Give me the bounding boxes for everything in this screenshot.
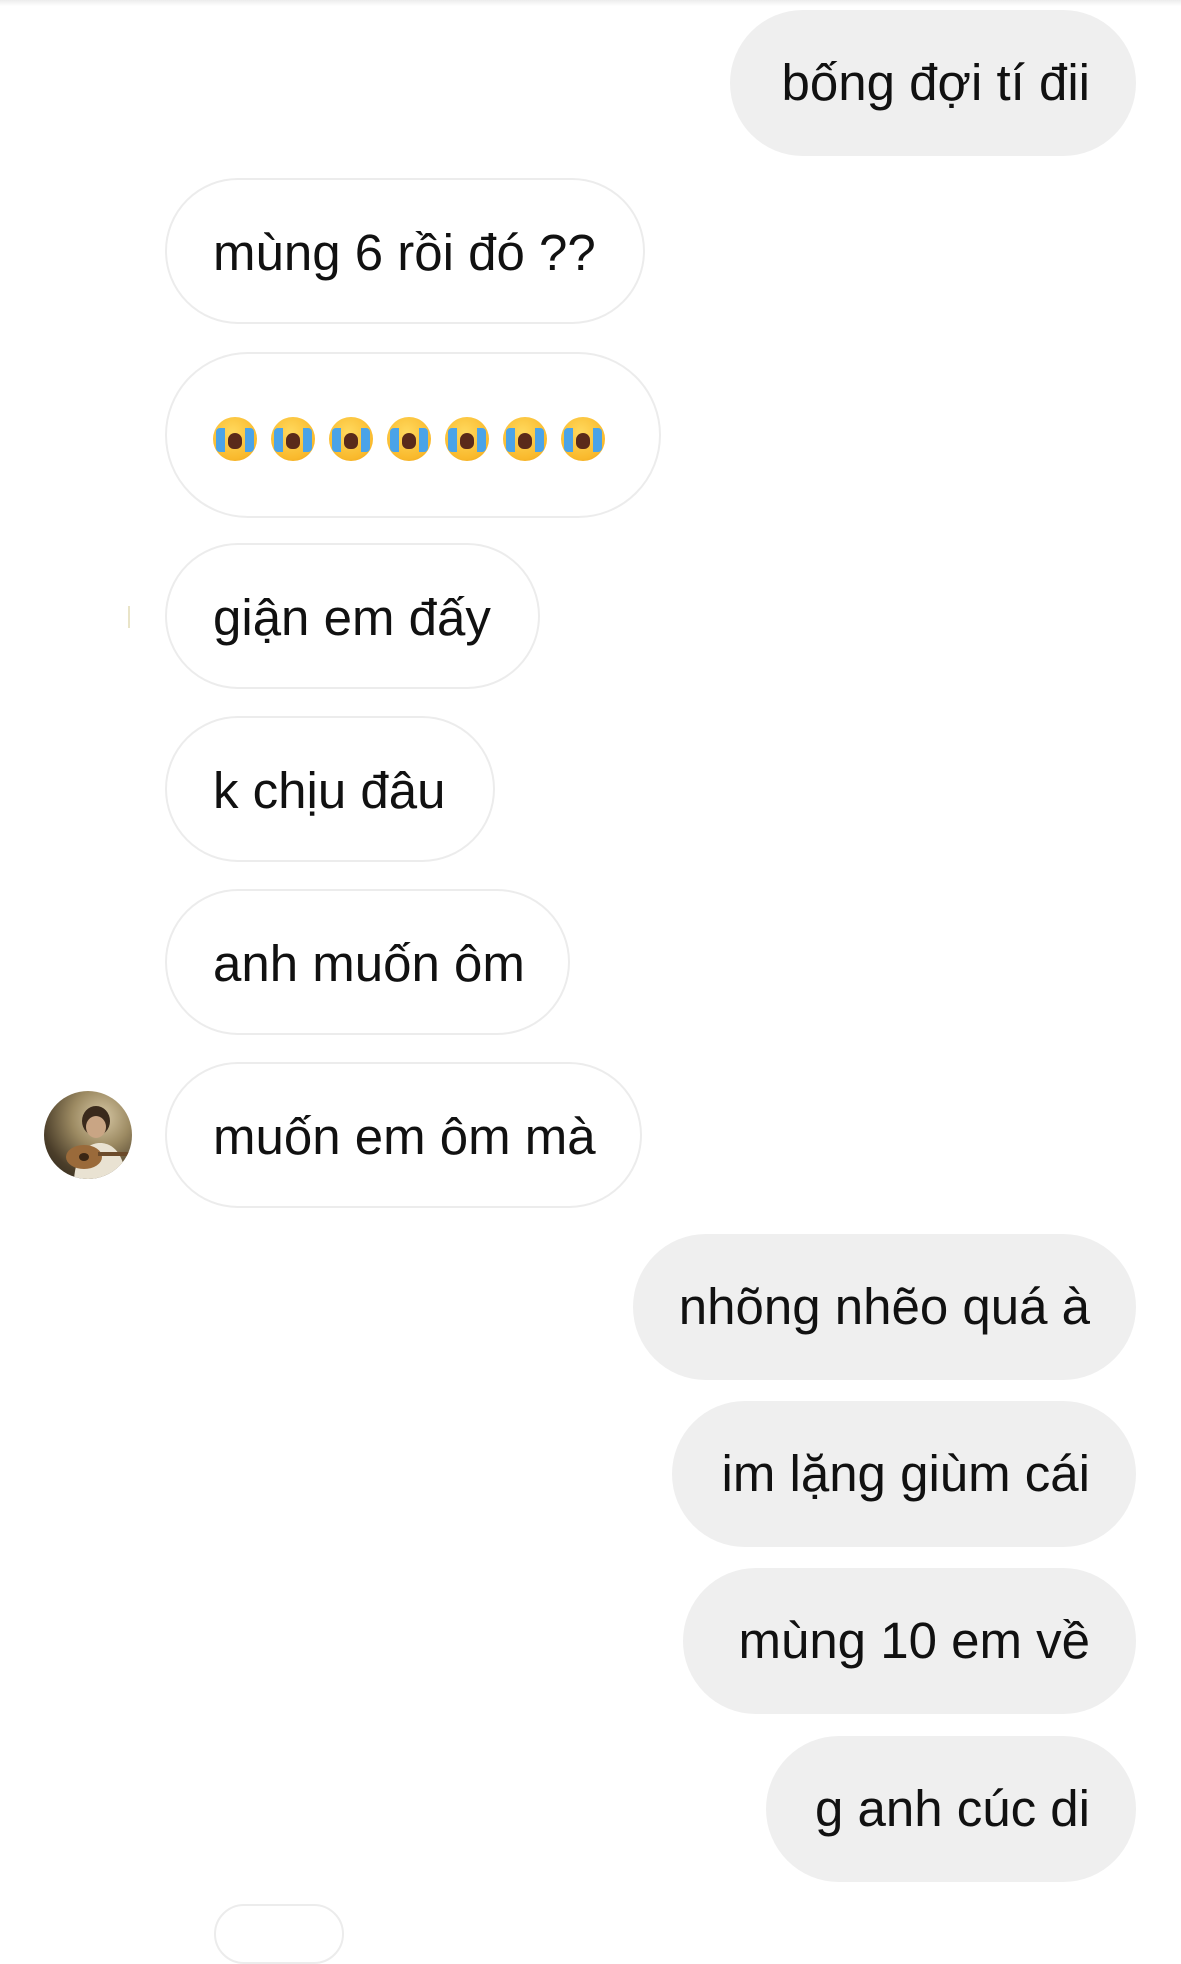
message-received[interactable]: anh muốn ôm	[165, 889, 570, 1035]
loudly-crying-face-icon	[387, 416, 431, 461]
message-sent[interactable]: mùng 10 em về	[683, 1568, 1136, 1714]
loudly-crying-face-icon	[561, 416, 605, 461]
contact-avatar[interactable]	[44, 1091, 132, 1179]
message-received[interactable]: mùng 6 rồi đó ??	[165, 178, 645, 324]
message-received-emoji[interactable]	[165, 352, 661, 518]
message-received[interactable]: giận em đấy	[165, 543, 540, 689]
loudly-crying-face-icon	[271, 416, 315, 461]
message-received[interactable]: k chịu đâu	[165, 716, 495, 862]
profile-photo-guitar	[66, 1106, 132, 1179]
top-edge	[0, 0, 1181, 6]
loudly-crying-face-icon	[445, 416, 489, 461]
loudly-crying-face-icon	[503, 416, 547, 461]
message-sent[interactable]: nhõng nhẽo quá à	[633, 1234, 1136, 1380]
message-received[interactable]: muốn em ôm mà	[165, 1062, 642, 1208]
loudly-crying-face-icon	[329, 416, 373, 461]
message-received-partial[interactable]	[214, 1904, 344, 1964]
emoji-row	[213, 416, 605, 461]
message-sent[interactable]: g anh cúc di	[766, 1736, 1136, 1882]
message-sent[interactable]: bống đợi tí đii	[730, 10, 1136, 156]
loudly-crying-face-icon	[213, 416, 257, 461]
divider-mark	[128, 606, 130, 628]
message-sent[interactable]: im lặng giùm cái	[672, 1401, 1136, 1547]
